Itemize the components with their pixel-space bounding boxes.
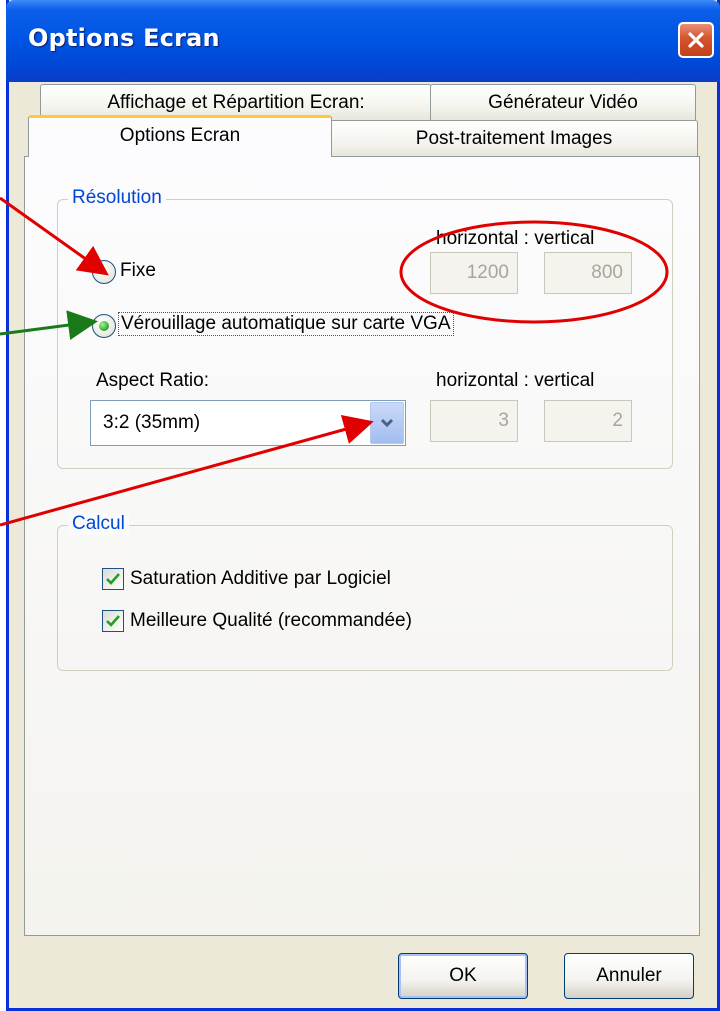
fixed-horizontal-field[interactable]: 1200 <box>430 252 518 294</box>
aspect-ratio-dropdown-button[interactable] <box>370 402 404 444</box>
tab-panel-options-ecran: Résolution horizontal : vertical Fixe 12… <box>24 156 700 936</box>
check-icon <box>106 615 120 627</box>
aspect-ratio-value: 3:2 (35mm) <box>103 412 201 433</box>
close-icon <box>688 32 704 48</box>
chevron-down-icon <box>380 418 394 428</box>
calcul-group-label: Calcul <box>68 513 129 535</box>
aspect-vertical-field[interactable]: 2 <box>544 400 632 442</box>
auto-lock-radio[interactable] <box>92 314 116 338</box>
fixed-vertical-field[interactable]: 800 <box>544 252 632 294</box>
best-quality-checkbox-label[interactable]: Meilleure Qualité (recommandée) <box>130 610 412 632</box>
radio-selected-dot <box>99 321 109 331</box>
calcul-group: Calcul Saturation Additive par Logiciel … <box>57 513 673 671</box>
resolution-header: horizontal : vertical <box>436 228 595 249</box>
close-button[interactable] <box>678 22 714 58</box>
aspect-horizontal-field[interactable]: 3 <box>430 400 518 442</box>
auto-lock-radio-label[interactable]: Vérouillage automatique sur carte VGA <box>118 312 454 336</box>
tab-options-ecran[interactable]: Options Ecran <box>28 115 332 157</box>
tab-label: Générateur Vidéo <box>488 92 638 113</box>
tab-label: Affichage et Répartition Ecran: <box>107 92 365 113</box>
saturation-checkbox[interactable] <box>102 568 124 590</box>
saturation-checkbox-label[interactable]: Saturation Additive par Logiciel <box>130 568 391 590</box>
cancel-button[interactable]: Annuler <box>564 953 694 999</box>
resolution-group-label: Résolution <box>68 187 166 209</box>
tab-generateur-video[interactable]: Générateur Vidéo <box>430 84 696 122</box>
window-title: Options Ecran <box>28 24 220 52</box>
resolution-group: Résolution horizontal : vertical Fixe 12… <box>57 187 673 469</box>
check-icon <box>106 573 120 585</box>
fixed-radio[interactable] <box>92 260 116 284</box>
aspect-ratio-select[interactable]: 3:2 (35mm) <box>90 400 406 446</box>
aspect-header: horizontal : vertical <box>436 370 595 391</box>
tab-label: Post-traitement Images <box>415 128 613 149</box>
title-bar: Options Ecran <box>6 0 720 82</box>
tab-post-traitement[interactable]: Post-traitement Images <box>330 120 698 158</box>
ok-button[interactable]: OK <box>398 953 528 999</box>
aspect-ratio-label: Aspect Ratio: <box>96 370 209 391</box>
tab-label: Options Ecran <box>119 125 241 146</box>
fixed-radio-label[interactable]: Fixe <box>120 260 156 282</box>
best-quality-checkbox[interactable] <box>102 610 124 632</box>
